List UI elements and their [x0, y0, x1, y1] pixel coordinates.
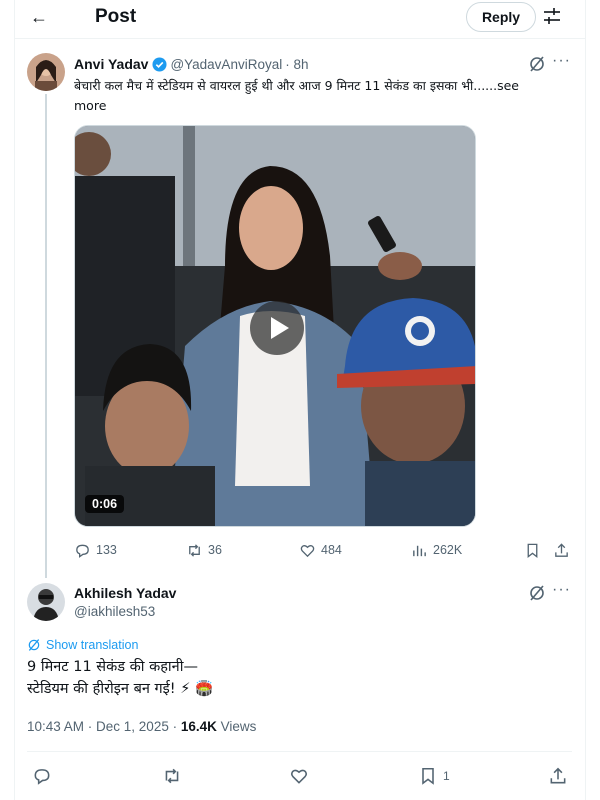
video-duration: 0:06	[85, 495, 125, 513]
comment-icon	[76, 544, 89, 558]
bookmark-count: 1	[443, 769, 450, 783]
like-action[interactable]	[289, 766, 309, 786]
thread-line	[45, 94, 47, 578]
top-bar: ← Post Reply	[14, 0, 586, 34]
divider	[27, 751, 572, 752]
heart-icon	[300, 544, 315, 557]
avatar[interactable]	[27, 53, 65, 91]
page-title: Post	[95, 6, 137, 27]
display-name[interactable]: Anvi Yadav	[74, 56, 148, 72]
heart-icon	[291, 769, 307, 784]
play-icon	[271, 317, 289, 339]
author-handle[interactable]: @YadavAnviRoyal	[170, 57, 282, 72]
comment-icon	[34, 769, 50, 785]
sliders-icon[interactable]	[542, 6, 562, 26]
avatar[interactable]	[27, 583, 65, 621]
bookmark-action[interactable]: 1	[418, 766, 450, 786]
repost-action[interactable]: 36	[186, 540, 222, 560]
post-time: · 8h	[285, 56, 309, 72]
header-divider	[14, 38, 586, 39]
grok-icon[interactable]	[528, 584, 546, 602]
bookmark-icon	[422, 768, 434, 785]
repost-icon	[189, 543, 200, 557]
author-name[interactable]: Anvi Yadav @YadavAnviRoyal · 8h	[74, 56, 308, 72]
grok-icon	[28, 639, 40, 651]
post-line: 9 मिनट 11 सेकंड की कहानी—	[27, 659, 198, 675]
bookmark-action[interactable]	[524, 540, 541, 560]
reply-action[interactable]	[32, 766, 52, 786]
show-translation-label[interactable]: Show translation	[46, 638, 138, 652]
repost-icon	[165, 768, 179, 784]
repost-action[interactable]	[162, 766, 182, 786]
post-text: बेचारी कल मैच में स्टेडियम से वायरल हुई …	[74, 76, 534, 116]
share-icon	[555, 542, 568, 557]
views-action[interactable]: 262K	[411, 540, 462, 560]
post-body: बेचारी कल मैच में स्टेडियम से वायरल हुई …	[74, 78, 498, 93]
views-label: Views	[216, 719, 257, 734]
reply-action[interactable]: 133	[74, 540, 117, 560]
bar-chart-icon	[413, 545, 426, 556]
arrow-left-icon[interactable]: ←	[30, 8, 48, 26]
reply-button[interactable]: Reply	[466, 2, 536, 32]
display-name[interactable]: Akhilesh Yadav	[74, 585, 176, 601]
verified-badge-icon	[152, 56, 167, 72]
show-translation-link[interactable]: Show translation	[27, 638, 138, 652]
views-count: 262K	[433, 543, 463, 557]
more-options-icon[interactable]: ···	[552, 581, 571, 599]
view-count: 16.4K	[180, 719, 217, 734]
play-button[interactable]	[250, 301, 304, 355]
grok-icon[interactable]	[528, 55, 546, 73]
like-count: 484	[321, 543, 342, 557]
reply-count: 133	[96, 543, 117, 557]
post-metadata: 10:43 AM · Dec 1, 2025 · 16.4K Views	[27, 719, 256, 734]
video-player[interactable]: 0:06	[74, 125, 476, 527]
more-options-icon[interactable]: ···	[552, 52, 571, 70]
share-icon	[550, 767, 566, 784]
share-action[interactable]	[553, 540, 570, 560]
author-handle[interactable]: @iakhilesh53	[74, 604, 155, 619]
repost-count: 36	[208, 543, 222, 557]
like-action[interactable]: 484	[299, 540, 342, 560]
post-timestamp[interactable]: 10:43 AM · Dec 1, 2025 ·	[27, 719, 181, 734]
post-line: स्टेडियम की हीरोइन बन गई! ⚡ 🏟️	[27, 681, 214, 697]
post-text: 9 मिनट 11 सेकंड की कहानी— स्टेडियम की ही…	[27, 656, 557, 700]
share-action[interactable]	[548, 766, 568, 786]
bookmark-icon	[527, 543, 538, 558]
